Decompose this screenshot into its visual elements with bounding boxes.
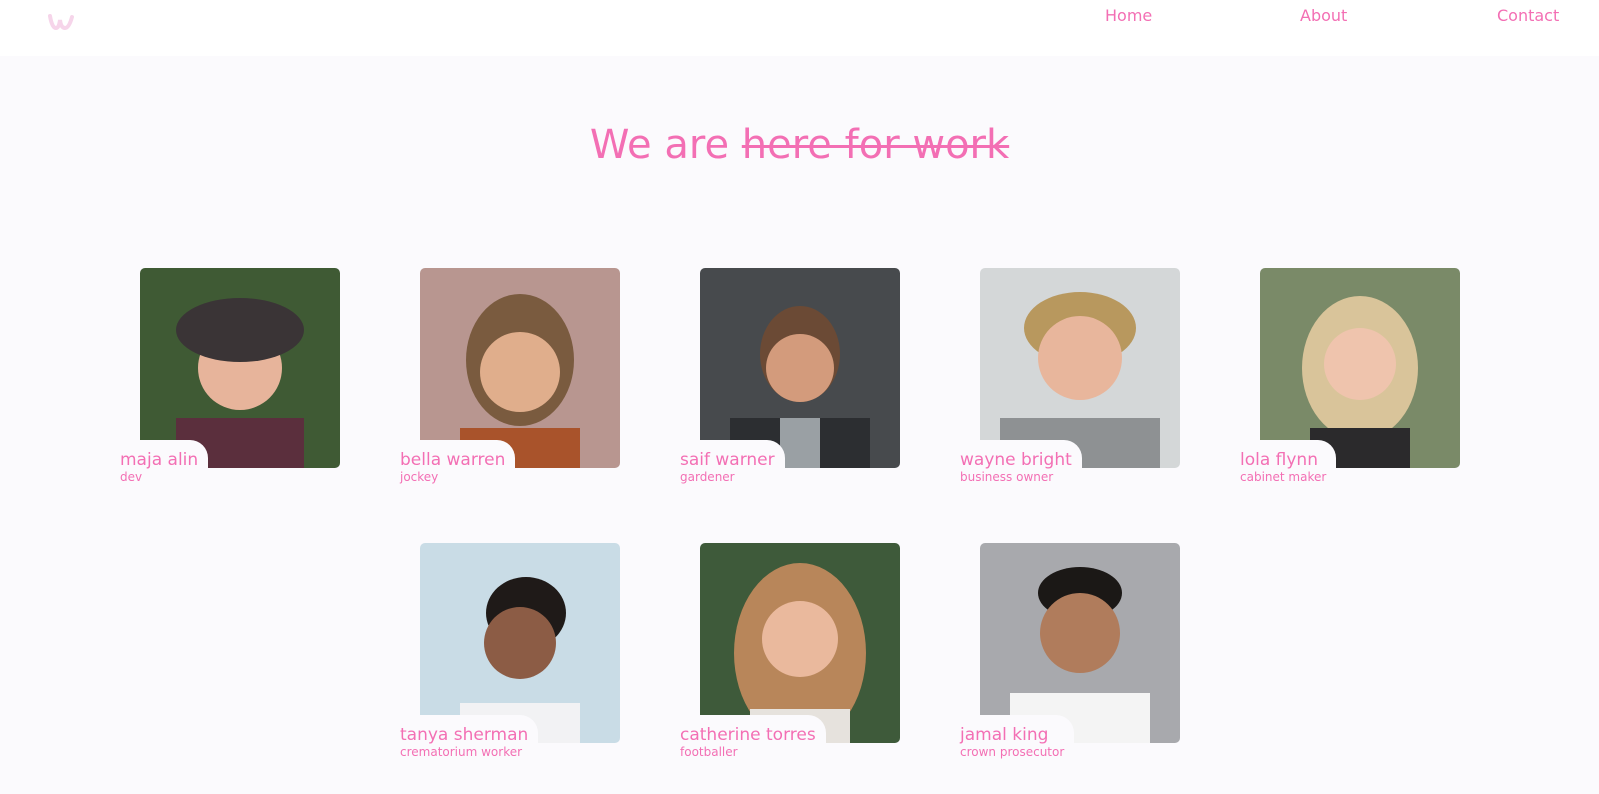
title-struck-text: here for work (741, 122, 1010, 168)
person-name: tanya sherman (400, 725, 529, 745)
person-role: business owner (960, 470, 1054, 484)
person-name: jamal king (960, 725, 1049, 745)
nav-contact-link[interactable]: Contact (1497, 6, 1559, 25)
person-photo (700, 543, 900, 743)
nav-home-link[interactable]: Home (1105, 6, 1152, 25)
person-photo (420, 268, 620, 468)
person-label: tanya sherman crematorium worker (390, 715, 539, 767)
person-photo (700, 268, 900, 468)
person-card[interactable]: maja alin dev (110, 268, 340, 498)
nav-about-link[interactable]: About (1300, 6, 1347, 25)
person-card[interactable]: jamal king crown prosecutor (950, 543, 1180, 773)
person-label: maja alin dev (110, 440, 209, 492)
title-prefix: We are (589, 122, 730, 168)
person-label: wayne bright business owner (950, 440, 1082, 492)
person-card[interactable]: catherine torres footballer (670, 543, 900, 773)
person-photo (1260, 268, 1460, 468)
person-role: crown prosecutor (960, 745, 1065, 759)
person-name: catherine torres (680, 725, 816, 745)
person-name: lola flynn (1240, 450, 1318, 470)
person-photo (980, 268, 1180, 468)
navbar: Home About Contact (0, 0, 1599, 56)
person-card[interactable]: saif warner gardener (670, 268, 900, 498)
page-title: We are here for work (0, 122, 1599, 168)
person-role: crematorium worker (400, 745, 523, 759)
w-logo-icon[interactable] (46, 8, 76, 34)
person-name: maja alin (120, 450, 199, 470)
person-label: jamal king crown prosecutor (950, 715, 1075, 767)
person-card[interactable]: lola flynn cabinet maker (1230, 268, 1460, 498)
person-label: lola flynn cabinet maker (1230, 440, 1337, 492)
person-label: bella warren jockey (390, 440, 516, 492)
person-role: jockey (400, 470, 439, 484)
person-role: cabinet maker (1240, 470, 1327, 484)
person-photo (140, 268, 340, 468)
person-photo (980, 543, 1180, 743)
person-label: saif warner gardener (670, 440, 785, 492)
person-name: saif warner (680, 450, 775, 470)
person-label: catherine torres footballer (670, 715, 826, 767)
person-card[interactable]: bella warren jockey (390, 268, 620, 498)
person-role: footballer (680, 745, 738, 759)
person-name: wayne bright (960, 450, 1072, 470)
person-photo (420, 543, 620, 743)
person-card[interactable]: tanya sherman crematorium worker (390, 543, 620, 773)
person-role: gardener (680, 470, 735, 484)
person-role: dev (120, 470, 143, 484)
person-name: bella warren (400, 450, 506, 470)
person-card[interactable]: wayne bright business owner (950, 268, 1180, 498)
